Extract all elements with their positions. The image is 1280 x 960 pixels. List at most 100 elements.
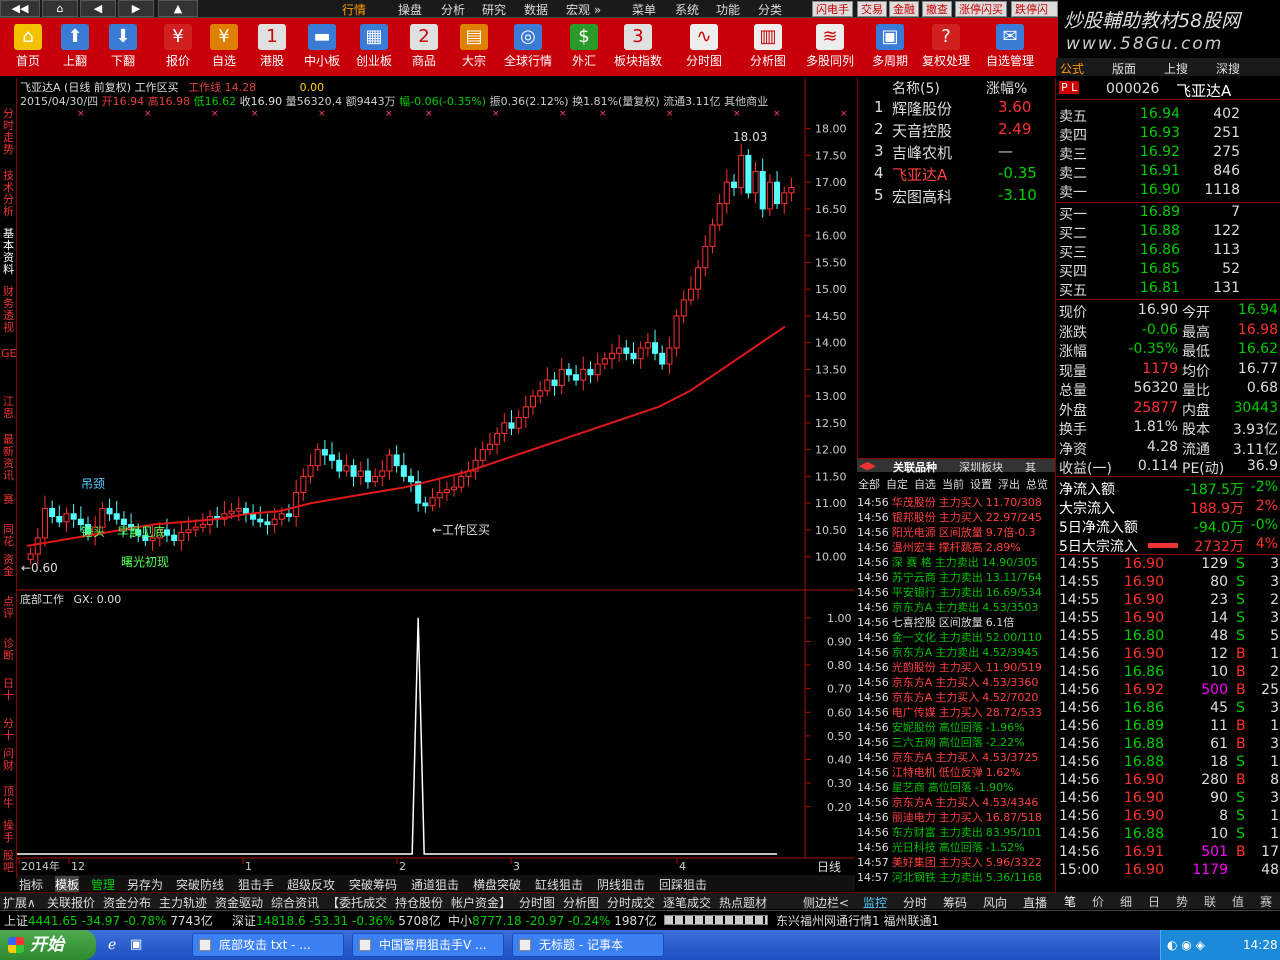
tape-row[interactable]: 14:56 京东方A 主力买入 4.53/3360 <box>857 674 1055 689</box>
function-tab[interactable]: 持仓股份 <box>395 894 443 911</box>
quote-bottom-tab[interactable]: 值 <box>1232 893 1244 910</box>
vertical-tab[interactable]: 财务透视 <box>1 286 16 334</box>
quote-bottom-tab[interactable]: 势 <box>1176 893 1188 910</box>
list-item[interactable]: 1 辉隆股份 3.60 <box>858 98 1043 120</box>
menu-item[interactable]: 分析 <box>441 1 465 18</box>
tape-prev-icon[interactable]: ◀▶ <box>859 459 876 472</box>
vertical-tab[interactable]: 最新资讯 <box>1 434 16 482</box>
tape-row[interactable]: 14:56 温州宏丰 撑杆跳高 2.89% <box>857 539 1055 554</box>
vertical-tab[interactable]: 操手 <box>1 820 16 844</box>
toolbar-button[interactable]: $ 外汇 <box>556 20 612 74</box>
ask-level[interactable]: 卖三 16.92 275 <box>1056 144 1280 163</box>
toolbar-button[interactable]: ▣ 多周期 <box>862 20 918 74</box>
quote-stat[interactable]: 涨幅 -0.35% 最低 16.62 <box>1056 341 1280 360</box>
tape-row[interactable]: 14:56 光日科技 高位回落 -1.52% <box>857 839 1055 854</box>
bid-level[interactable]: 买五 16.81 131 <box>1056 280 1280 299</box>
function-tab[interactable]: 逐笔成交 <box>663 894 711 911</box>
toolbar-button[interactable]: ◎ 全球行情 <box>500 20 556 74</box>
bid-level[interactable]: 买二 16.88 122 <box>1056 223 1280 242</box>
indicator-tab[interactable]: 缸线狙击 <box>535 876 583 893</box>
tape-row[interactable]: 14:56 三六五网 高位回落 -2.22% <box>857 734 1055 749</box>
tray-icons[interactable]: ◐ ◉ ◈ <box>1167 930 1205 960</box>
home-icon[interactable]: ⌂ <box>42 0 78 17</box>
function-tab[interactable]: 主力轨迹 <box>159 894 207 911</box>
quote-stat[interactable]: 净资 4.28 流通 3.11亿 <box>1056 439 1280 458</box>
quote-stat[interactable]: 现价 16.90 今开 16.94 <box>1056 302 1280 321</box>
tape-tab[interactable]: 其 <box>1025 459 1036 475</box>
toolbar-button[interactable]: ✉ 自选管理 <box>982 20 1038 74</box>
function-tab[interactable]: 热点题材 <box>719 894 767 911</box>
function-tab[interactable]: 帐户资金】 <box>451 894 511 911</box>
start-button[interactable]: 开始 <box>0 930 96 960</box>
tape-row[interactable]: 14:56 光韵股份 主力买入 11.90/519 <box>857 659 1055 674</box>
tape-filter[interactable]: 浮出 <box>998 476 1020 492</box>
quote-tab[interactable]: 版面 <box>1112 60 1136 77</box>
fund-flow[interactable]: 净流入额 -187.5万 -2% <box>1056 479 1280 498</box>
toolbar-button[interactable]: ⬇ 下翻 <box>95 20 151 74</box>
quote-tab[interactable]: 上搜 <box>1164 60 1188 77</box>
toolbar-button[interactable]: 1 港股 <box>244 20 300 74</box>
function-tab[interactable]: 资金驱动 <box>215 894 263 911</box>
tape-row[interactable]: 14:57 河北钢铁 主力卖出 5.36/1168 <box>857 869 1055 884</box>
tape-row[interactable]: 14:56 东方财富 主力卖出 83.95/101 <box>857 824 1055 839</box>
vertical-tab[interactable]: 同花 <box>1 524 16 548</box>
tick-row[interactable]: 14:55 16.90 23 S 2 <box>1056 592 1280 611</box>
menu-item[interactable]: 系统 <box>675 1 699 18</box>
tick-row[interactable]: 14:55 16.90 14 S 3 <box>1056 610 1280 629</box>
tape-row[interactable]: 14:56 京东方A 主力卖出 4.53/3503 <box>857 599 1055 614</box>
tick-row[interactable]: 14:55 16.80 48 S 5 <box>1056 628 1280 647</box>
vertical-tab[interactable]: 点评 <box>1 596 16 620</box>
quote-stat[interactable]: 现量 1179 均价 16.77 <box>1056 361 1280 380</box>
quote-stat[interactable]: 外盘 25877 内盘 30443 <box>1056 400 1280 419</box>
pl-icon[interactable]: P L <box>1059 81 1080 94</box>
toolbar-button[interactable]: ▤ 大宗 <box>446 20 502 74</box>
quote-tab[interactable]: 公式 <box>1060 60 1084 77</box>
period-label[interactable]: 日线 <box>817 858 841 875</box>
quote-bottom-tab[interactable]: 联 <box>1204 893 1216 910</box>
tape-row[interactable]: 14:56 深 赛 格主力卖出 14.90/305 <box>857 554 1055 569</box>
tick-row[interactable]: 14:56 16.88 61 B 3 <box>1056 736 1280 755</box>
bid-level[interactable]: 买四 16.85 52 <box>1056 261 1280 280</box>
indicator-tab[interactable]: 阴线狙击 <box>597 876 645 893</box>
function-tab[interactable]: 分时图 <box>519 894 555 911</box>
list-item[interactable]: 2 天音控股 2.49 <box>858 120 1043 142</box>
tape-filter[interactable]: 当前 <box>942 476 964 492</box>
bid-level[interactable]: 买三 16.86 113 <box>1056 242 1280 261</box>
tick-row[interactable]: 14:56 16.88 18 S 1 <box>1056 754 1280 773</box>
tape-row[interactable]: 14:56 京东方A 主力买入 4.53/4346 <box>857 794 1055 809</box>
tick-row[interactable]: 14:56 16.89 11 B 1 <box>1056 718 1280 737</box>
ask-level[interactable]: 卖五 16.94 402 <box>1056 106 1280 125</box>
tick-row[interactable]: 14:56 16.88 10 S 1 <box>1056 826 1280 845</box>
vertical-tab[interactable]: 股吧 <box>1 850 16 874</box>
tape-row[interactable]: 14:56 电广传媒 主力买入 28.72/533 <box>857 704 1055 719</box>
vertical-tab[interactable]: 分十 <box>1 718 16 742</box>
toolbar-button[interactable]: 2 商品 <box>396 20 452 74</box>
tape-row[interactable]: 14:56 星艺商 高位回落 -1.90% <box>857 779 1055 794</box>
fund-flow[interactable]: 大宗流入 188.9万 2% <box>1056 498 1280 517</box>
menu-item[interactable]: 行情 <box>342 1 366 18</box>
quote-bottom-tab[interactable]: 笔 <box>1064 893 1076 910</box>
indicator-tab[interactable]: 指标 <box>19 876 43 893</box>
ask-level[interactable]: 卖二 16.91 846 <box>1056 163 1280 182</box>
quote-bottom-tab[interactable]: 赛 <box>1260 893 1272 910</box>
function-tab[interactable]: 侧边栏< <box>803 894 849 911</box>
menu-item[interactable]: 分类 <box>758 1 782 18</box>
tape-row[interactable]: 14:56 阳光电源 区间放量 9.7倍-0.3 <box>857 524 1055 539</box>
tick-row[interactable]: 14:56 16.90 8 S 1 <box>1056 808 1280 827</box>
chart-canvas[interactable]: 18.00 17.50 17.00 16.50 16.00 15.50 15.00 14.50… <box>17 78 855 873</box>
quote-stat[interactable]: 换手 1.81% 股本 3.93亿 <box>1056 419 1280 438</box>
ask-level[interactable]: 卖四 16.93 251 <box>1056 125 1280 144</box>
indicator-tab[interactable]: 通道狙击 <box>411 876 459 893</box>
tape-row[interactable]: 14:56 银邦股份 主力买入 22.97/245 <box>857 509 1055 524</box>
tick-row[interactable]: 14:55 16.90 129 S 3 <box>1056 556 1280 575</box>
kline-chart-panel[interactable]: 飞亚达A (日线 前复权) 工作区买 工作线 14.28 0.00 2015/0… <box>17 78 855 875</box>
right-function-tab[interactable]: 直播 <box>1023 894 1047 911</box>
menu-quick-button[interactable]: 金融 <box>889 1 919 17</box>
tape-row[interactable]: 14:56 平安银行 主力卖出 16.69/534 <box>857 584 1055 599</box>
list-item[interactable]: 5 宏图高科 -3.10 <box>858 186 1043 208</box>
indicator-tab[interactable]: 突破筹码 <box>349 876 397 893</box>
tape-row[interactable]: 14:56 江特电机 低位反弹 1.62% <box>857 764 1055 779</box>
vertical-tab[interactable]: 赛 <box>1 494 16 506</box>
function-tab[interactable]: 资金分布 <box>103 894 151 911</box>
vertical-tab[interactable]: 顶牛 <box>1 786 16 810</box>
